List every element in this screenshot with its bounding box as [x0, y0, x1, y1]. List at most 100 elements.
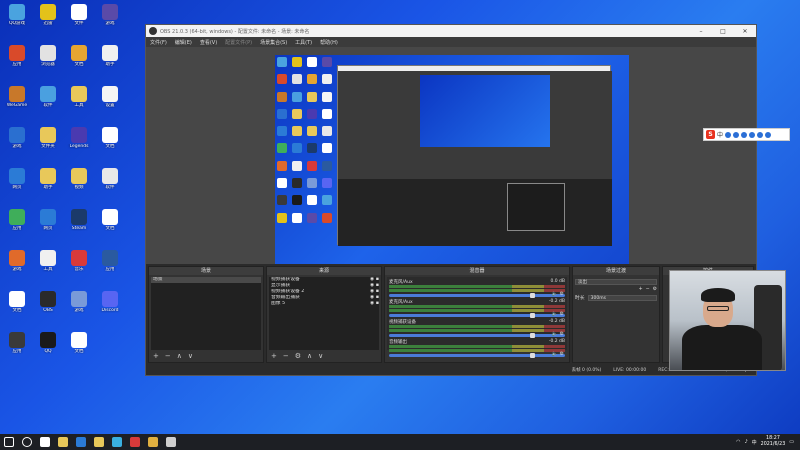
- remove-transition-button[interactable]: −: [646, 287, 650, 292]
- track-settings-icon[interactable]: ⚙: [560, 331, 564, 337]
- add-source-button[interactable]: +: [271, 352, 277, 360]
- clock[interactable]: 18:27 2021/6/23: [761, 436, 786, 448]
- ime-skin-icon[interactable]: [757, 131, 764, 138]
- desktop-icon[interactable]: 文档: [2, 291, 32, 323]
- desktop-icon[interactable]: Discord: [95, 291, 125, 323]
- desktop-icon[interactable]: 视频: [64, 168, 94, 200]
- menu-file[interactable]: 文件(F): [150, 39, 167, 46]
- desktop-icon-label: 网页: [43, 226, 53, 231]
- ime-tools-icon[interactable]: [765, 131, 772, 138]
- obs-window[interactable]: OBS 21.0.3 (64-bit, windows) - 配置文件: 未命名…: [145, 24, 757, 376]
- desktop-icon[interactable]: 助手: [95, 45, 125, 77]
- scene-item[interactable]: 场景: [151, 277, 261, 283]
- move-down-icon[interactable]: ∨: [188, 352, 193, 360]
- taskbar-obs-icon[interactable]: [162, 434, 180, 450]
- desktop-icon[interactable]: WeGame: [2, 86, 32, 118]
- mute-icon[interactable]: 🔈: [552, 331, 558, 337]
- track-settings-icon[interactable]: ⚙: [560, 311, 564, 317]
- minimize-button[interactable]: –: [690, 25, 712, 37]
- desktop-icon[interactable]: Legends: [64, 127, 94, 159]
- taskbar-app-icon[interactable]: [108, 434, 126, 450]
- desktop-icon[interactable]: 游戏: [2, 127, 32, 159]
- desktop-icon[interactable]: QQ: [33, 332, 63, 364]
- desktop-icon[interactable]: 网页: [33, 209, 63, 241]
- menu-edit[interactable]: 编辑(E): [175, 39, 192, 46]
- sogou-logo-icon[interactable]: S: [706, 130, 715, 139]
- taskbar-search-icon[interactable]: [18, 434, 36, 450]
- tray-volume-icon[interactable]: ♪: [744, 439, 747, 445]
- desktop-icon[interactable]: 文件: [64, 4, 94, 36]
- menu-help[interactable]: 帮助(H): [320, 39, 338, 46]
- desktop-icon[interactable]: 应用: [95, 250, 125, 282]
- tray-network-icon[interactable]: ◠: [736, 439, 740, 445]
- mute-icon[interactable]: 🔈: [552, 311, 558, 317]
- duration-input[interactable]: 300ms: [587, 294, 657, 301]
- close-button[interactable]: ✕: [734, 25, 756, 37]
- desktop-icon[interactable]: 文档: [64, 45, 94, 77]
- move-up-icon[interactable]: ∧: [177, 352, 182, 360]
- preview-icon: [322, 160, 332, 171]
- track-settings-icon[interactable]: ⚙: [560, 291, 564, 297]
- desktop-icon[interactable]: 软件: [33, 86, 63, 118]
- desktop-icon[interactable]: 设置: [95, 86, 125, 118]
- desktop-icon[interactable]: 应用: [2, 45, 32, 77]
- desktop-icon[interactable]: 迅雷: [33, 4, 63, 36]
- move-up-icon[interactable]: ∧: [307, 352, 312, 360]
- desktop-icon[interactable]: 助手: [33, 168, 63, 200]
- taskbar-app2-icon[interactable]: [144, 434, 162, 450]
- desktop-icon[interactable]: 游戏: [95, 4, 125, 36]
- taskbar-start-icon[interactable]: [0, 434, 18, 450]
- desktop-icon[interactable]: 网页: [2, 168, 32, 200]
- desktop-icon[interactable]: 应用: [2, 332, 32, 364]
- add-transition-button[interactable]: +: [639, 287, 643, 292]
- desktop-icon[interactable]: 浏览器: [33, 45, 63, 77]
- taskbar-netease-icon[interactable]: [126, 434, 144, 450]
- move-down-icon[interactable]: ∨: [318, 352, 323, 360]
- desktop-icon[interactable]: 工具: [64, 86, 94, 118]
- mute-icon[interactable]: 🔈: [552, 291, 558, 297]
- remove-source-button[interactable]: −: [283, 352, 289, 360]
- ime-keyboard-icon[interactable]: [749, 131, 756, 138]
- tray-ime-icon[interactable]: 中: [752, 439, 757, 446]
- visibility-lock-icon[interactable]: ◉ ▪: [370, 301, 379, 307]
- desktop-icon[interactable]: 文档: [64, 332, 94, 364]
- source-item[interactable]: 图像 5 ◉ ▪: [269, 301, 379, 307]
- notification-icon[interactable]: ▭: [789, 439, 794, 445]
- menu-tools[interactable]: 工具(T): [295, 39, 312, 46]
- ime-punct-icon[interactable]: [725, 131, 732, 138]
- desktop-icon[interactable]: 文档: [95, 127, 125, 159]
- mute-icon[interactable]: 🔈: [552, 351, 558, 357]
- ime-language[interactable]: 中: [717, 130, 723, 139]
- taskbar-explorer-icon[interactable]: [54, 434, 72, 450]
- transition-select[interactable]: 淡出: [575, 279, 657, 285]
- menu-view[interactable]: 查看(V): [200, 39, 217, 46]
- track-settings-icon[interactable]: ⚙: [560, 351, 564, 357]
- menu-profile[interactable]: 配置文件(P): [225, 39, 252, 46]
- desktop-icon[interactable]: 软件: [95, 168, 125, 200]
- desktop-icon[interactable]: 文档: [95, 209, 125, 241]
- taskbar-chrome-icon[interactable]: [90, 434, 108, 450]
- taskbar-task-view-icon[interactable]: [36, 434, 54, 450]
- obs-titlebar[interactable]: OBS 21.0.3 (64-bit, windows) - 配置文件: 未命名…: [146, 25, 756, 37]
- remove-scene-button[interactable]: −: [165, 352, 171, 360]
- ime-mic-icon[interactable]: [741, 131, 748, 138]
- preview-canvas[interactable]: [275, 55, 629, 275]
- ime-toolbar[interactable]: S 中: [703, 128, 790, 141]
- desktop-icon[interactable]: 工具: [33, 250, 63, 282]
- menu-scene-collection[interactable]: 场景集合(S): [260, 39, 287, 46]
- desktop-icon[interactable]: 游戏: [2, 250, 32, 282]
- desktop-icon[interactable]: 文件夹: [33, 127, 63, 159]
- maximize-button[interactable]: □: [712, 25, 734, 37]
- preview-area[interactable]: [146, 47, 756, 286]
- desktop-icon[interactable]: 游戏: [64, 291, 94, 323]
- add-scene-button[interactable]: +: [153, 352, 159, 360]
- taskbar-edge-icon[interactable]: [72, 434, 90, 450]
- desktop-icon[interactable]: QQ游戏: [2, 4, 32, 36]
- transition-settings-icon[interactable]: ⚙: [653, 287, 657, 292]
- desktop-icon[interactable]: Steam: [64, 209, 94, 241]
- ime-emoji-icon[interactable]: [733, 131, 740, 138]
- desktop-icon[interactable]: OBS: [33, 291, 63, 323]
- desktop-icon[interactable]: 应用: [2, 209, 32, 241]
- desktop-icon[interactable]: 音乐: [64, 250, 94, 282]
- source-settings-icon[interactable]: ⚙: [295, 352, 301, 360]
